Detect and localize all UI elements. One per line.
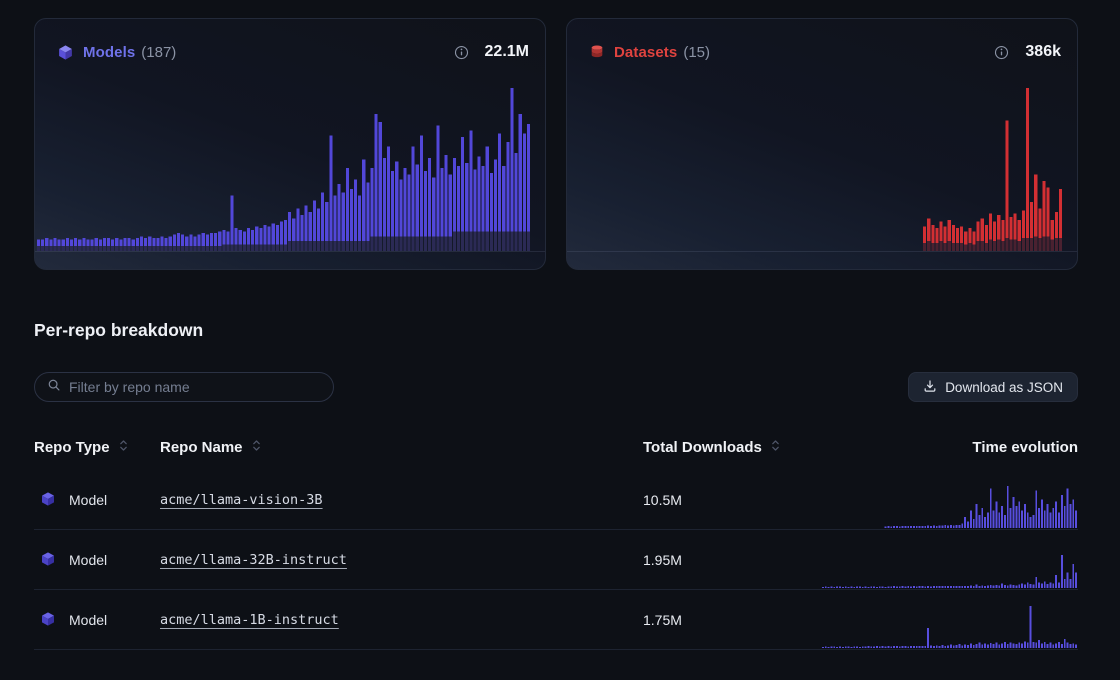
column-label: Repo Name — [160, 439, 243, 456]
table-row: Model acme/llama-1B-instruct 1.75M — [34, 590, 1078, 650]
column-label: Time evolution — [972, 439, 1078, 456]
repo-name-link[interactable]: acme/llama-vision-3B — [160, 492, 323, 508]
column-label: Total Downloads — [643, 439, 762, 456]
models-downloads-chart — [37, 88, 531, 251]
repo-type-cell: Model — [34, 491, 160, 510]
download-icon — [923, 379, 937, 396]
models-total-downloads: 22.1M — [485, 43, 529, 61]
time-evolution-cell — [822, 530, 1078, 590]
models-card: Models (187) 22.1M — [34, 18, 546, 270]
repo-name-link[interactable]: acme/llama-32B-instruct — [160, 552, 347, 568]
column-label: Repo Type — [34, 439, 110, 456]
table-row: Model acme/llama-vision-3B 10.5M — [34, 470, 1078, 530]
database-icon — [589, 44, 605, 60]
repo-type-label: Model — [69, 492, 107, 508]
models-card-total-group: 22.1M — [454, 43, 529, 61]
repo-filter-box[interactable] — [34, 372, 334, 402]
cube-icon — [40, 611, 56, 630]
search-icon — [47, 378, 61, 397]
total-downloads-cell: 10.5M — [643, 492, 822, 508]
downloads-dashboard: Models (187) 22.1M — [0, 0, 1120, 650]
models-card-count: (187) — [141, 44, 176, 61]
datasets-chart-area — [567, 88, 1077, 252]
sort-icon — [252, 439, 261, 456]
column-header-repo-type[interactable]: Repo Type — [34, 439, 160, 456]
repo-filter-input[interactable] — [69, 379, 321, 395]
repo-type-label: Model — [69, 552, 107, 568]
repo-name-link[interactable]: acme/llama-1B-instruct — [160, 612, 339, 628]
repo-table-body: Model acme/llama-vision-3B 10.5M Mode — [34, 470, 1078, 650]
table-header: Repo Type Repo Name Total Downloads Time… — [34, 434, 1078, 461]
datasets-downloads-chart — [569, 88, 1063, 251]
section-title: Per-repo breakdown — [34, 320, 1078, 341]
total-downloads-cell: 1.95M — [643, 552, 822, 568]
datasets-total-downloads: 386k — [1025, 43, 1061, 61]
time-evolution-sparkline — [822, 604, 1078, 648]
datasets-card-total-group: 386k — [994, 43, 1061, 61]
table-toolbar: Download as JSON — [34, 372, 1078, 402]
datasets-card-title: Datasets — [614, 44, 677, 61]
download-json-label: Download as JSON — [945, 380, 1063, 395]
repo-name-cell: acme/llama-1B-instruct — [160, 611, 643, 629]
sort-icon — [119, 439, 128, 456]
repo-type-label: Model — [69, 612, 107, 628]
models-card-title: Models — [83, 44, 135, 61]
info-icon[interactable] — [454, 45, 469, 60]
datasets-card-count: (15) — [683, 44, 710, 61]
models-chart-area — [35, 88, 545, 252]
repo-type-cell: Model — [34, 551, 160, 570]
repo-type-cell: Model — [34, 611, 160, 630]
cube-icon — [40, 491, 56, 510]
datasets-card-header: Datasets (15) 386k — [567, 19, 1077, 61]
models-card-header: Models (187) 22.1M — [35, 19, 545, 61]
cube-icon — [40, 551, 56, 570]
repo-name-cell: acme/llama-32B-instruct — [160, 551, 643, 569]
table-row: Model acme/llama-32B-instruct 1.95M — [34, 530, 1078, 590]
time-evolution-cell — [822, 590, 1078, 650]
datasets-card: Datasets (15) 386k — [566, 18, 1078, 270]
time-evolution-sparkline — [822, 484, 1078, 528]
sort-icon — [771, 439, 780, 456]
time-evolution-sparkline — [822, 544, 1078, 588]
column-header-repo-name[interactable]: Repo Name — [160, 439, 643, 456]
repo-name-cell: acme/llama-vision-3B — [160, 491, 643, 509]
info-icon[interactable] — [994, 45, 1009, 60]
cube-icon — [57, 44, 74, 61]
stat-cards-row: Models (187) 22.1M — [34, 18, 1078, 270]
download-json-button[interactable]: Download as JSON — [908, 372, 1078, 402]
time-evolution-cell — [822, 470, 1078, 530]
column-header-total-downloads[interactable]: Total Downloads — [643, 439, 822, 456]
column-header-time-evolution: Time evolution — [822, 439, 1078, 456]
total-downloads-cell: 1.75M — [643, 612, 822, 628]
